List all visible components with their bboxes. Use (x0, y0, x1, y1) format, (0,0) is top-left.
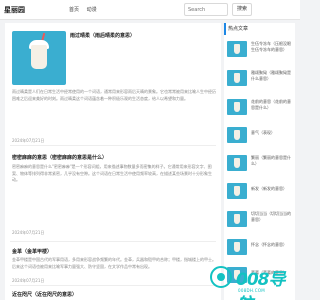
search-input[interactable] (184, 3, 228, 16)
sidebar-thumbnail[interactable] (227, 99, 247, 115)
sidebar-thumbnail[interactable] (227, 211, 247, 227)
sidebar-item[interactable]: 生伍令冻车（压根没眼生伍令冻车的意思） (224, 39, 295, 61)
sidebar-item-label[interactable]: 新发（新发的意思） (251, 186, 293, 198)
sidebar-thumbnail[interactable] (227, 127, 247, 143)
sidebar-item-label[interactable]: 生伍令冻车（压根没眼生伍令冻车的意思） (251, 41, 293, 59)
sidebar-item[interactable]: 切切当当（切切当当的意思） (224, 209, 295, 231)
site-logo[interactable]: 星丽园 (4, 5, 25, 15)
sidebar-item-label[interactable]: 雅颂聚恸（雅颂聚恸是什么意思） (251, 70, 293, 88)
watermark: 008导航 008DH.COM (208, 263, 300, 300)
sidebar-item[interactable]: 意气（表现） (224, 125, 295, 147)
watermark-title: 008导航 (236, 270, 286, 300)
sidebar-thumbnail[interactable] (227, 41, 247, 57)
sidebar-item[interactable]: 怀念（怀念的意思） (224, 237, 295, 259)
sidebar-thumbnail[interactable] (227, 155, 247, 171)
article-date: 2024年07月21日 (12, 138, 45, 143)
navigation-logo-icon (210, 266, 232, 288)
sidebar-item-label[interactable]: 怀念（怀念的意思） (251, 242, 293, 254)
article-excerpt: 密密麻麻的意思是什么"密密麻麻"是一个形容词组，用来描述事物数量多而密集的样子。… (12, 164, 212, 182)
sidebar-item-label[interactable]: 意气（表现） (251, 130, 293, 142)
article-item[interactable]: 金革（金革甲楼） 金革甲楼是中国古代的军事用语，多用来形容战争频繁的年代。金革，… (10, 245, 216, 286)
sidebar-item[interactable]: 雅颂聚恸（雅颂聚恸是什么意思） (224, 68, 295, 90)
nav-item-home[interactable]: 首页 (69, 7, 79, 13)
sidebar-item[interactable]: 花前的意思（花前的意思是什么） (224, 97, 295, 119)
sidebar-item-label[interactable]: 繁丽（繁丽的意思是什么） (251, 155, 293, 173)
nav-item-anime[interactable]: 动漫 (87, 7, 97, 13)
article-excerpt: 雨过晴柔是人们在日常生活中经常使用的一个词语，通常用来形容雨后天晴的景象。它也常… (12, 89, 216, 101)
sidebar-heading: 热点文章 (224, 23, 295, 35)
article-title[interactable]: 密密麻麻的意思（密密麻麻的意思是什么） (12, 154, 107, 161)
sidebar-item-label[interactable]: 花前的意思（花前的意思是什么） (251, 99, 293, 117)
sidebar-item[interactable]: 新发（新发的意思） (224, 181, 295, 203)
watermark-url: 008DH.COM (238, 288, 266, 293)
sidebar-thumbnail[interactable] (227, 70, 247, 86)
article-item[interactable]: 密密麻麻的意思（密密麻麻的意思是什么） 密密麻麻的意思是什么"密密麻麻"是一个形… (10, 150, 216, 242)
article-title[interactable]: 近在咫尺（近在咫尺的意思） (12, 291, 77, 298)
article-date: 2024年07月21日 (12, 278, 45, 283)
article-thumbnail[interactable] (12, 31, 66, 85)
main-nav: 首页 动漫 (69, 6, 103, 13)
sidebar-item-label[interactable]: 切切当当（切切当当的意思） (251, 211, 293, 229)
article-date: 2024年07月21日 (12, 230, 45, 235)
article-title[interactable]: 雨过晴柔（雨后晴柔的意思） (70, 32, 135, 39)
article-excerpt: 金革甲楼是中国古代的军事用语，多用来形容战争频繁的年代。金革，兵器和铠甲的合称；… (12, 257, 216, 269)
search-button[interactable]: 搜索 (232, 3, 252, 16)
sidebar-thumbnail[interactable] (227, 239, 247, 255)
sidebar: 热点文章 生伍令冻车（压根没眼生伍令冻车的意思） 雅颂聚恸（雅颂聚恸是什么意思）… (224, 23, 295, 300)
article-item[interactable]: 近在咫尺（近在咫尺的意思） (10, 289, 216, 300)
article-item[interactable]: 雨过晴柔（雨后晴柔的意思） 雨过晴柔是人们在日常生活中经常使用的一个词语，通常用… (10, 28, 216, 146)
article-title[interactable]: 金革（金革甲楼） (12, 248, 52, 255)
top-bar: 星丽园 首页 动漫 搜索 (0, 0, 300, 20)
cup-shape (31, 45, 47, 69)
article-list: 雨过晴柔（雨后晴柔的意思） 雨过晴柔是人们在日常生活中经常使用的一个词语，通常用… (5, 23, 221, 300)
sidebar-item[interactable]: 繁丽（繁丽的意思是什么） (224, 153, 295, 175)
sidebar-thumbnail[interactable] (227, 183, 247, 199)
